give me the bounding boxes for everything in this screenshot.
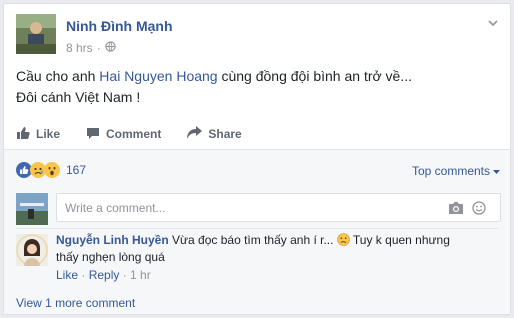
post-text-before: Cầu cho anh	[16, 68, 100, 84]
post-options-chevron-icon[interactable]	[486, 16, 500, 30]
like-button[interactable]: Like	[16, 126, 60, 143]
comment-time[interactable]: 1 hr	[130, 268, 151, 282]
share-button[interactable]: Share	[187, 126, 242, 142]
like-label: Like	[36, 127, 61, 141]
dot-separator: ·	[78, 268, 89, 282]
comment-input[interactable]	[57, 194, 437, 221]
post-header: Ninh Đình Mạnh 8 hrs ·	[16, 14, 500, 58]
post-card: Ninh Đình Mạnh 8 hrs · Cầu cho anh Hai N…	[3, 3, 511, 315]
post-text-after: cùng đồng đội bình an trở về...	[217, 68, 413, 84]
share-label: Share	[208, 127, 242, 141]
author-avatar[interactable]	[16, 14, 56, 54]
divider	[16, 228, 498, 229]
share-arrow-icon	[187, 126, 203, 142]
reactions-row[interactable]: 167	[16, 162, 86, 178]
commenter-avatar[interactable]	[16, 234, 48, 266]
dot-separator: ·	[96, 41, 101, 55]
camera-icon[interactable]	[448, 201, 464, 215]
comment-author[interactable]: Nguyễn Linh Huyền	[56, 233, 169, 247]
caret-down-icon	[493, 164, 500, 178]
post-text: Cầu cho anh Hai Nguyen Hoang cùng đồng đ…	[16, 66, 498, 108]
comment-bubble-icon	[86, 126, 100, 143]
comment-meta: Like · Reply · 1 hr	[56, 268, 151, 282]
comment-label: Comment	[106, 127, 162, 141]
comments-section: Nguyễn Linh Huyền Vừa đọc báo tìm thấy a…	[4, 190, 510, 314]
comment-composer	[56, 193, 501, 222]
post-meta: 8 hrs ·	[66, 41, 116, 55]
comment-text-before: Vừa đọc báo tìm thấy anh í r...	[168, 233, 337, 247]
top-comments-label: Top comments	[411, 164, 490, 178]
view-more-comments-link[interactable]: View 1 more comment	[16, 296, 135, 310]
dot-separator: ·	[119, 268, 131, 282]
reactions-summary: 167 Top comments	[4, 150, 510, 190]
post-actions-bar: Like Comment Share	[16, 119, 498, 149]
current-user-avatar	[16, 193, 48, 225]
author-name[interactable]: Ninh Đình Mạnh	[66, 18, 173, 34]
mention-link[interactable]: Hai Nguyen Hoang	[99, 68, 217, 84]
globe-icon[interactable]	[105, 41, 116, 55]
comment-reply-link[interactable]: Reply	[89, 268, 120, 282]
comment-button[interactable]: Comment	[86, 126, 161, 143]
emoji-smiley-icon[interactable]	[472, 201, 488, 215]
comment-like-link[interactable]: Like	[56, 268, 78, 282]
thumbs-up-icon	[16, 126, 30, 143]
reaction-count[interactable]: 167	[66, 163, 86, 177]
top-comments-dropdown[interactable]: Top comments	[412, 164, 500, 178]
comment-body: Nguyễn Linh Huyền Vừa đọc báo tìm thấy a…	[56, 232, 466, 266]
wow-reaction-icon	[44, 162, 60, 178]
post-time[interactable]: 8 hrs	[66, 41, 93, 55]
post-text-line2: Đôi cánh Việt Nam !	[16, 89, 141, 105]
confused-emoji-icon	[336, 233, 350, 246]
